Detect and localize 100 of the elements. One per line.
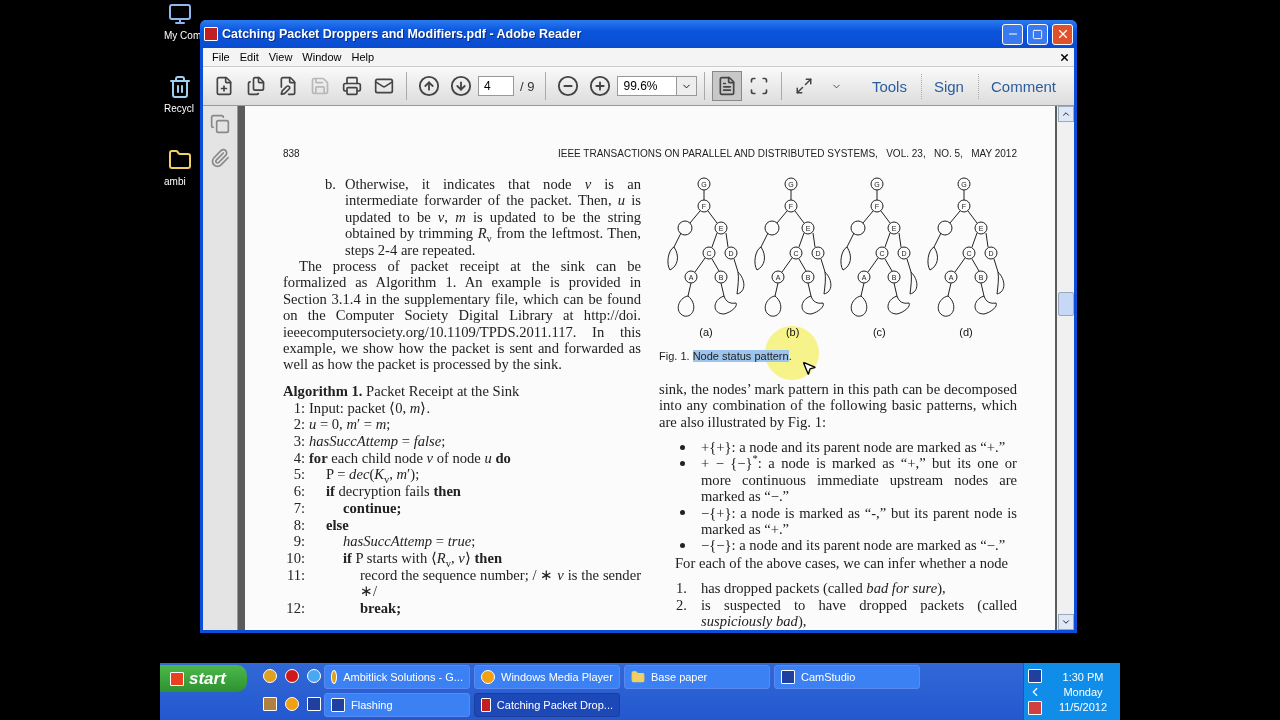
window-title: Catching Packet Droppers and Modifiers.pdf - Adobe Reader [222,27,583,41]
menu-item[interactable]: Window [297,51,347,63]
menu-item[interactable]: Help [346,51,380,63]
scroll-thumb[interactable] [1057,292,1074,316]
recorder-icon[interactable] [306,696,322,712]
algorithm-line: else [325,516,349,534]
mail-icon [374,76,394,96]
figure-caption: Fig. 1. Node status pattern. [659,349,792,365]
maximize-button[interactable] [1027,23,1048,45]
subfigure-label: (c) [872,325,886,340]
desktop-icon[interactable] [262,696,278,712]
line-number: 9: [292,533,305,550]
recorder-icon [331,698,345,712]
menu-item[interactable]: Edit [234,51,264,63]
algorithm-line: if P starts with ⟨R$_{v}$, v⟩ then [342,549,503,567]
windows-logo-icon [170,671,184,686]
paragraph: For each of the above cases, we can infer whether a node [674,554,1010,572]
menu-item[interactable]: File [207,51,235,63]
taskbar-button[interactable]: CamStudio [774,665,920,689]
globe-icon[interactable] [306,668,322,684]
line-number: 12: [285,600,305,617]
arrow-up-icon [1060,109,1071,119]
algorithm-line: Input: packet ⟨0, m⟩. [309,399,431,417]
bullet-icon [680,510,685,516]
save-icon [310,76,330,96]
taskbar-button[interactable]: Base paper [624,665,770,689]
algorithm-line: P = dec(K$_{v}$, m′); [325,466,420,484]
bullet-icon [680,542,685,548]
clock-day: Monday [1046,685,1120,698]
close-icon[interactable] [1059,51,1070,63]
pages-icon[interactable] [210,114,230,134]
zoom-field[interactable]: 99.6% [617,76,678,96]
taskbar-button[interactable]: Windows Media Player [474,665,620,689]
line-number: 1: [292,399,305,417]
bullet-icon [680,460,685,466]
close-button[interactable] [1052,23,1073,45]
paragraph: sink, the nodes’ mark pattern in this path can be decomposed into any combination of the following basic patterns, which are also illustrated by Fig. 1: [659,380,1017,431]
step-label: b. [325,176,336,194]
recycle-bin-icon[interactable] [168,75,192,99]
line-number: 6: [292,483,305,500]
pdf-icon [481,698,491,712]
bullet-icon [680,444,685,450]
media-player-icon[interactable] [284,696,300,712]
list-text: is suspected to have dropped packets (called suspiciously bad), [701,596,1017,630]
arrow-up-icon [418,75,440,97]
desktop-icon-label[interactable]: Recycl [164,103,194,114]
expand-icon [795,77,814,95]
page-count: / 9 [519,78,536,94]
line-number: 2: [292,416,305,433]
folder-icon[interactable] [168,148,192,172]
pane-button[interactable]: Sign [920,73,976,99]
taskbar-button[interactable]: Catching Packet Drop... [474,693,620,717]
plus-icon [589,75,612,97]
computer-icon[interactable] [168,2,192,26]
bullet-text: −{−}: a node and its parent node are marked as “−.” [701,537,1006,554]
line-number: 8: [292,516,305,534]
arrow-down-icon [450,75,472,97]
paperclip-icon[interactable] [210,148,230,168]
shield-icon[interactable] [1028,700,1042,715]
minus-icon [557,75,580,97]
page-icon [717,76,738,96]
taskbar-button[interactable]: Ambitlick Solutions - G... [324,665,470,689]
folder-icon [631,670,645,684]
files-icon [246,76,266,96]
subfigure-label: (b) [785,325,800,340]
bullet-text: −{+}: a node is marked as “-,” but its parent node is marked as “+.” [701,504,1017,538]
line-number: 10: [285,549,305,567]
minimize-button[interactable] [1002,23,1023,45]
menu-item[interactable]: View [263,51,298,63]
mouse-pointer-icon [801,360,817,376]
clock-date: 11/5/2012 [1057,700,1109,713]
paragraph: The process of packet receipt at the sink can be formalized as Algorithm 1. An example is provided in Section 3.1.4 in the supplementary file, which can be found on the Computer Society Digital Library at http://doi. ieeecomputersociety.org/10.1109/TPDS.2011.117. In this example, we show how the packet is sent and forwarded as well as how the packet is processed by the sink. [283,258,641,373]
running-head: IEEE TRANSACTIONS ON PARALLEL AND DISTRIBUTED SYSTEMS, VOL. 23, NO. 5, MAY 2012 [557,148,1017,159]
algorithm-line: if decryption fails then [325,483,461,500]
scan-frame-icon [749,76,770,96]
arrow-down-icon [1060,617,1071,627]
line-number: 7: [292,499,305,517]
browser-icon[interactable] [262,668,278,684]
file-pen-icon [278,76,298,96]
clock-time: 1:30 PM [1061,670,1105,683]
circle-icon[interactable] [284,668,300,684]
subfigure-label: (a) [699,325,713,340]
desktop-icon-label[interactable]: ambi [164,176,186,187]
algorithm-title: Algorithm 1. Packet Receipt at the Sink [283,382,521,400]
line-number: 4: [292,449,305,467]
pane-button[interactable]: Comment [977,73,1068,99]
list-number: 1. [676,580,688,597]
print-icon [342,76,362,96]
page-field[interactable]: 4 [478,76,514,96]
recorder-icon [781,670,795,684]
algorithm-line: continue; [342,499,402,517]
pane-button[interactable]: Tools [859,73,919,99]
taskbar-button[interactable]: Flashing [324,693,470,717]
subfigure-label: (d) [959,325,973,340]
page-button[interactable] [712,71,743,101]
algorithm-line: u = 0, m′ = m; [309,416,391,433]
algorithm-line: hasSuccAttemp = true; [342,533,476,550]
list-text: has dropped packets (called bad for sure), [701,580,946,597]
recorder-icon[interactable] [1028,668,1042,683]
pdf-icon [204,27,218,41]
